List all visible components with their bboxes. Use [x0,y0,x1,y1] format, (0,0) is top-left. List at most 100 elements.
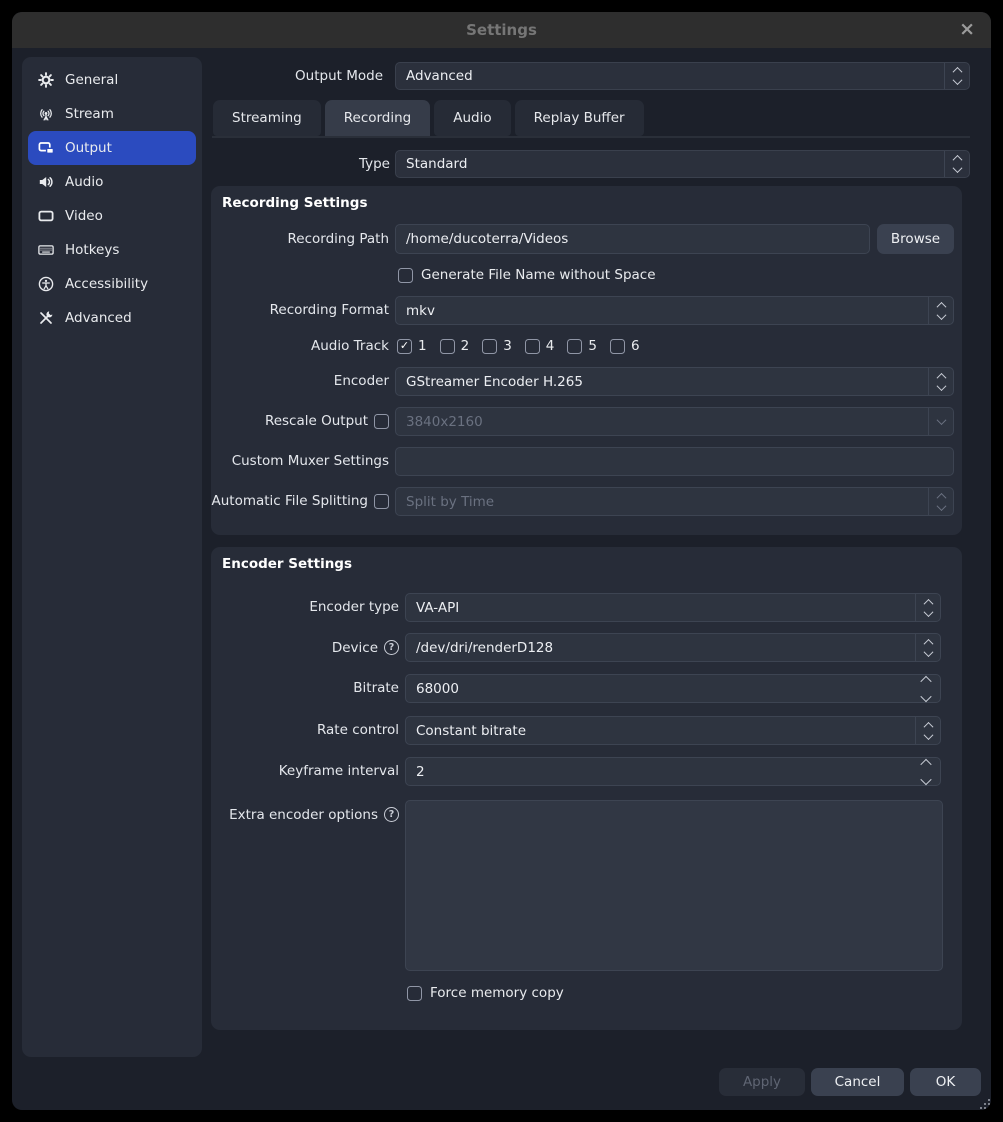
rescale-output-select[interactable]: 3840x2160 [395,407,954,436]
help-icon[interactable]: ? [384,807,399,822]
encoder-type-select[interactable]: VA-API [405,593,941,622]
tools-icon [37,310,55,327]
combo-arrows-icon[interactable] [928,297,953,324]
combo-arrows-icon[interactable] [944,151,969,177]
sidebar-item-label: General [65,72,118,88]
sidebar-item-label: Stream [65,106,114,122]
audio-track-2-checkbox[interactable] [440,339,455,354]
audio-track-number: 2 [461,338,470,354]
output-mode-value: Advanced [406,68,935,84]
combo-arrows-icon[interactable] [915,717,940,744]
auto-file-splitting-label: Automatic File Splitting [211,487,368,516]
sidebar-item-advanced[interactable]: Advanced [28,301,196,335]
audio-track-number: 1 [418,338,427,354]
tab-recording[interactable]: Recording [325,100,431,136]
sidebar-item-video[interactable]: Video [28,199,196,233]
encoder-settings-panel: Encoder Settings Encoder type VA-API Dev… [211,547,962,1030]
device-value: /dev/dri/renderD128 [416,640,906,656]
browse-button[interactable]: Browse [877,224,954,254]
recording-path-label: Recording Path [211,224,389,254]
audio-track-1-checkbox[interactable] [397,339,412,354]
title-bar[interactable]: Settings × [12,12,991,48]
audio-track-4-checkbox[interactable] [525,339,540,354]
audio-track-5: 5 [567,338,597,354]
combo-arrows-icon[interactable] [915,634,940,661]
audio-track-6-checkbox[interactable] [610,339,625,354]
tab-replay-buffer[interactable]: Replay Buffer [515,100,644,136]
audio-track-3-checkbox[interactable] [482,339,497,354]
audio-track-number: 3 [503,338,512,354]
tab-streaming[interactable]: Streaming [213,100,321,136]
audio-track-number: 4 [546,338,555,354]
sidebar-item-label: Audio [65,174,103,190]
help-icon[interactable]: ? [384,640,399,655]
output-icon [37,140,55,157]
recording-format-select[interactable]: mkv [395,296,954,325]
tab-audio[interactable]: Audio [434,100,510,136]
spinbox-arrows-icon[interactable] [912,675,940,702]
sidebar-item-label: Hotkeys [65,242,119,258]
audio-track-5-checkbox[interactable] [567,339,582,354]
generate-without-space-row: Generate File Name without Space [398,266,656,284]
combo-arrows-icon[interactable] [928,488,953,515]
monitor-icon [37,208,55,225]
type-value: Standard [406,156,935,172]
sidebar-item-label: Output [65,140,112,156]
audio-track-label: Audio Track [211,336,389,356]
bitrate-label: Bitrate [211,674,399,703]
force-memory-copy-checkbox[interactable] [407,986,422,1001]
auto-file-splitting-checkbox[interactable] [374,494,389,509]
sidebar-item-stream[interactable]: Stream [28,97,196,131]
sidebar-item-output[interactable]: Output [28,131,196,165]
sidebar-item-general[interactable]: General [28,63,196,97]
output-mode-label: Output Mode [242,62,383,90]
keyframe-interval-value: 2 [416,764,906,780]
rescale-output-value: 3840x2160 [406,414,919,430]
force-memory-copy-label: Force memory copy [430,985,564,1001]
generate-without-space-checkbox[interactable] [398,268,413,283]
combo-arrows-icon[interactable] [928,368,953,395]
device-select[interactable]: /dev/dri/renderD128 [405,633,941,662]
sidebar-item-audio[interactable]: Audio [28,165,196,199]
recording-path-input[interactable]: /home/ducoterra/Videos [395,224,870,254]
audio-track-number: 6 [631,338,640,354]
apply-button[interactable]: Apply [719,1068,805,1096]
rescale-output-checkbox[interactable] [374,414,389,429]
extra-encoder-options-textarea[interactable] [405,800,943,971]
rate-control-select[interactable]: Constant bitrate [405,716,941,745]
custom-muxer-label: Custom Muxer Settings [211,447,389,476]
combo-arrow-icon[interactable] [928,408,953,435]
custom-muxer-input[interactable] [395,447,954,476]
combo-arrows-icon[interactable] [915,594,940,621]
audio-track-6: 6 [610,338,640,354]
gear-icon [37,72,55,89]
close-icon[interactable]: × [959,12,975,48]
combo-arrows-icon[interactable] [944,63,969,89]
recording-path-value: /home/ducoterra/Videos [406,231,859,247]
generate-without-space-label: Generate File Name without Space [421,267,656,283]
settings-window: Settings × General Stream Output Audio Video… [12,12,991,1110]
keyboard-icon [37,242,55,259]
sidebar-item-label: Video [65,208,103,224]
sidebar-item-accessibility[interactable]: Accessibility [28,267,196,301]
type-label: Type [242,150,390,178]
type-select[interactable]: Standard [395,150,970,178]
bitrate-spinbox[interactable]: 68000 [405,674,941,703]
ok-button[interactable]: OK [910,1068,981,1096]
sidebar-item-hotkeys[interactable]: Hotkeys [28,233,196,267]
encoder-select[interactable]: GStreamer Encoder H.265 [395,367,954,396]
cancel-button[interactable]: Cancel [811,1068,904,1096]
extra-encoder-options-label-row: Extra encoder options ? [211,800,399,829]
auto-file-splitting-select[interactable]: Split by Time [395,487,954,516]
output-mode-select[interactable]: Advanced [395,62,970,90]
keyframe-interval-spinbox[interactable]: 2 [405,757,941,786]
extra-encoder-options-label: Extra encoder options [229,807,378,823]
recording-format-label: Recording Format [211,296,389,325]
spinbox-arrows-icon[interactable] [912,758,940,785]
rescale-output-label: Rescale Output [211,407,368,436]
bitrate-value: 68000 [416,681,906,697]
recording-format-value: mkv [406,303,919,319]
force-memory-copy-row: Force memory copy [407,984,564,1002]
sidebar-item-label: Accessibility [65,276,148,292]
resize-grip-icon[interactable] [978,1096,991,1109]
